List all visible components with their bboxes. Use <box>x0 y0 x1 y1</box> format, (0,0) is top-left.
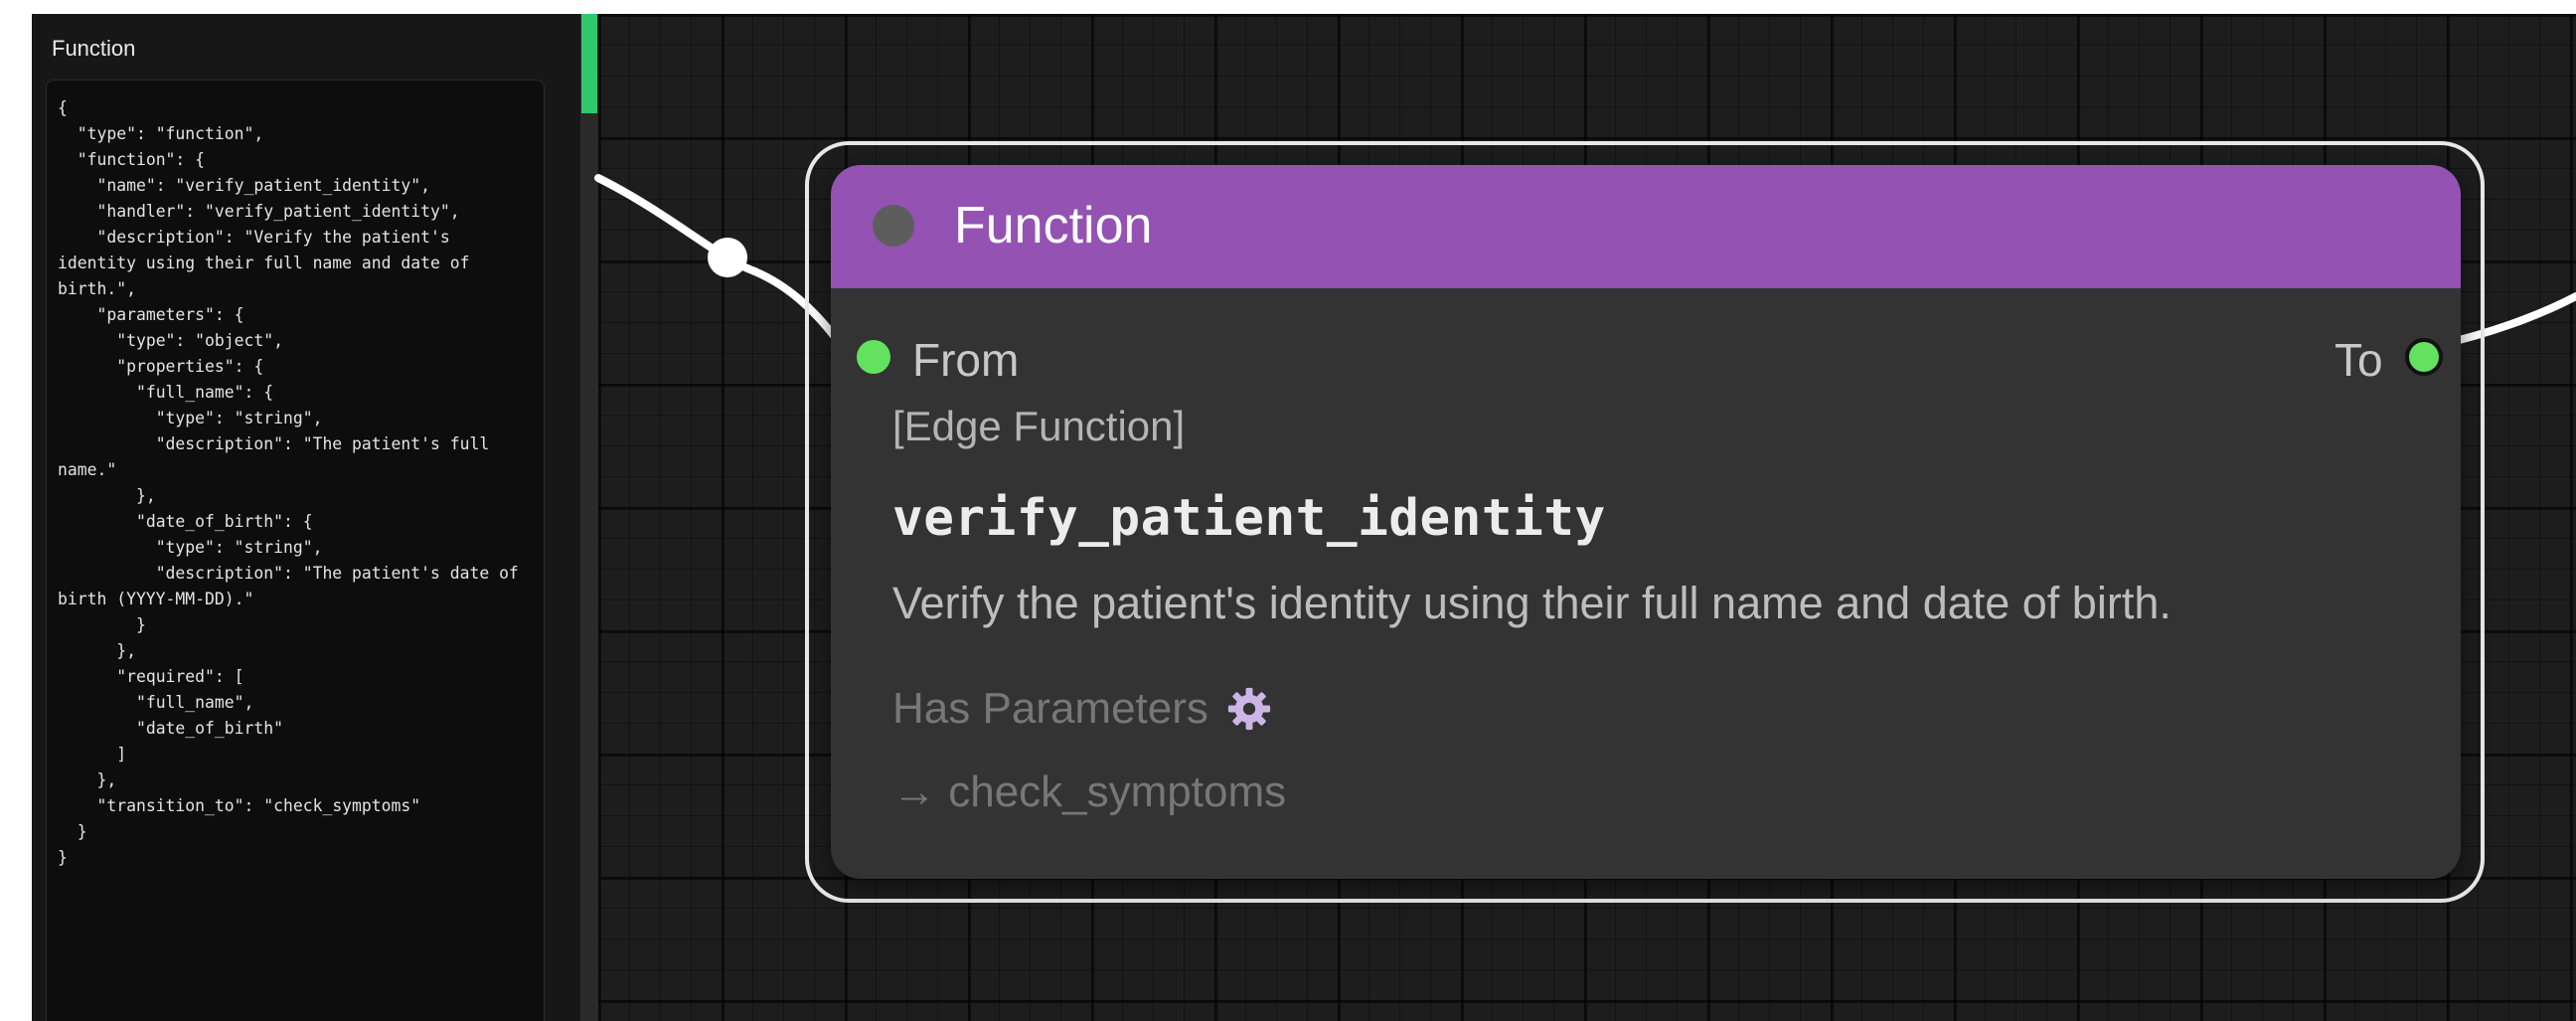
transition-target: → check_symptoms <box>892 767 1287 816</box>
function-node[interactable]: Function From To [Edge Function] verify_… <box>831 165 2461 879</box>
to-port[interactable] <box>2405 338 2443 376</box>
from-port[interactable] <box>857 340 890 374</box>
to-label: To <box>2334 334 2383 386</box>
from-label: From <box>912 334 1020 386</box>
status-dot-icon <box>873 205 914 247</box>
node-type-label: [Edge Function] <box>892 403 1186 449</box>
function-description: Verify the patient's identity using thei… <box>892 578 2172 628</box>
node-header[interactable]: Function <box>831 165 2461 288</box>
panel-scrollbar-thumb[interactable] <box>581 14 597 113</box>
function-name: verify_patient_identity <box>892 489 1606 548</box>
json-code[interactable]: { "type": "function", "function": { "nam… <box>58 95 525 871</box>
app-window: Function Function From To [Edge Function… <box>32 14 2576 1021</box>
node-title: Function <box>954 197 1153 255</box>
panel-scrollbar[interactable] <box>580 14 598 1021</box>
parameters-label: Has Parameters <box>892 684 1208 733</box>
panel-title: Function <box>52 36 136 61</box>
parameters-indicator: Has Parameters <box>892 682 1272 736</box>
gear-icon <box>1227 687 1270 731</box>
